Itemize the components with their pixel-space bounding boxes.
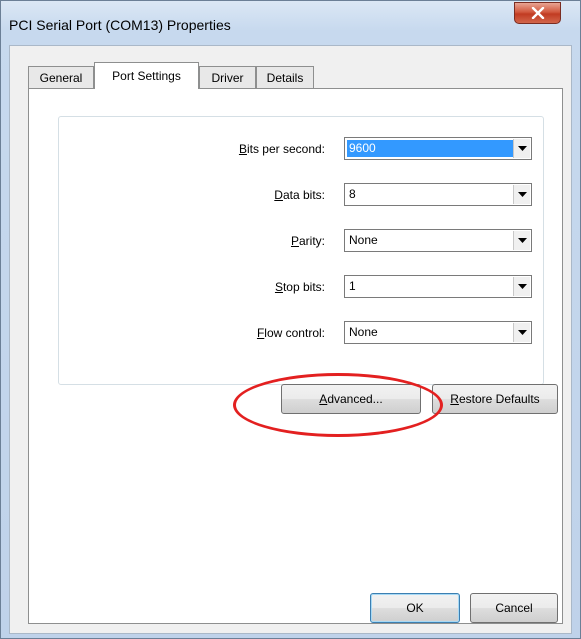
cancel-button[interactable]: Cancel bbox=[470, 593, 558, 623]
tab-driver[interactable]: Driver bbox=[199, 66, 256, 88]
restore-defaults-button[interactable]: Restore Defaults bbox=[432, 384, 558, 414]
tab-label: Details bbox=[266, 70, 304, 85]
dropdown-button[interactable] bbox=[513, 323, 530, 342]
parity-select[interactable]: None bbox=[344, 229, 532, 252]
dialog-client-area: General Port Settings Driver Details Bit… bbox=[9, 45, 572, 634]
bits-per-second-value: 9600 bbox=[347, 140, 513, 157]
restore-defaults-label: Restore Defaults bbox=[450, 392, 540, 406]
flow-control-value: None bbox=[349, 325, 378, 339]
chevron-down-icon bbox=[517, 238, 527, 243]
close-icon bbox=[531, 7, 544, 19]
flow-control-label: Flow control: bbox=[256, 326, 325, 340]
ok-button-label: OK bbox=[406, 601, 424, 615]
cancel-button-label: Cancel bbox=[495, 601, 533, 615]
bits-per-second-select[interactable]: 9600 bbox=[344, 137, 532, 160]
parity-value: None bbox=[349, 233, 378, 247]
data-bits-select[interactable]: 8 bbox=[344, 183, 532, 206]
window-title: PCI Serial Port (COM13) Properties bbox=[9, 17, 231, 33]
dropdown-button[interactable] bbox=[513, 277, 530, 296]
chevron-down-icon bbox=[517, 330, 527, 335]
data-bits-value: 8 bbox=[349, 187, 356, 201]
tab-label: General bbox=[39, 70, 83, 85]
bits-per-second-label: Bits per second: bbox=[238, 142, 325, 156]
parity-label: Parity: bbox=[290, 234, 325, 248]
advanced-button[interactable]: Advanced... bbox=[281, 384, 421, 414]
tab-general[interactable]: General bbox=[28, 66, 94, 88]
chevron-down-icon bbox=[517, 146, 527, 151]
stop-bits-label: Stop bits: bbox=[274, 280, 325, 294]
stop-bits-value: 1 bbox=[349, 279, 356, 293]
dropdown-button[interactable] bbox=[513, 231, 530, 250]
chevron-down-icon bbox=[517, 192, 527, 197]
properties-window: PCI Serial Port (COM13) Properties Gener… bbox=[0, 0, 581, 639]
port-settings-panel: Bits per second: 9600 Data bits: 8 Parit… bbox=[28, 88, 563, 624]
stop-bits-select[interactable]: 1 bbox=[344, 275, 532, 298]
close-button[interactable] bbox=[514, 2, 561, 24]
settings-group: Bits per second: 9600 Data bits: 8 Parit… bbox=[58, 116, 544, 385]
tab-label: Driver bbox=[211, 70, 244, 85]
tab-label: Port Settings bbox=[112, 69, 181, 83]
ok-button[interactable]: OK bbox=[370, 593, 460, 623]
advanced-button-label: Advanced... bbox=[319, 392, 383, 406]
tab-details[interactable]: Details bbox=[256, 66, 314, 88]
title-bar[interactable]: PCI Serial Port (COM13) Properties bbox=[1, 1, 580, 45]
tab-port-settings[interactable]: Port Settings bbox=[94, 62, 199, 89]
data-bits-label: Data bits: bbox=[274, 188, 325, 202]
dropdown-button[interactable] bbox=[513, 185, 530, 204]
flow-control-select[interactable]: None bbox=[344, 321, 532, 344]
chevron-down-icon bbox=[517, 284, 527, 289]
dropdown-button[interactable] bbox=[513, 139, 530, 158]
